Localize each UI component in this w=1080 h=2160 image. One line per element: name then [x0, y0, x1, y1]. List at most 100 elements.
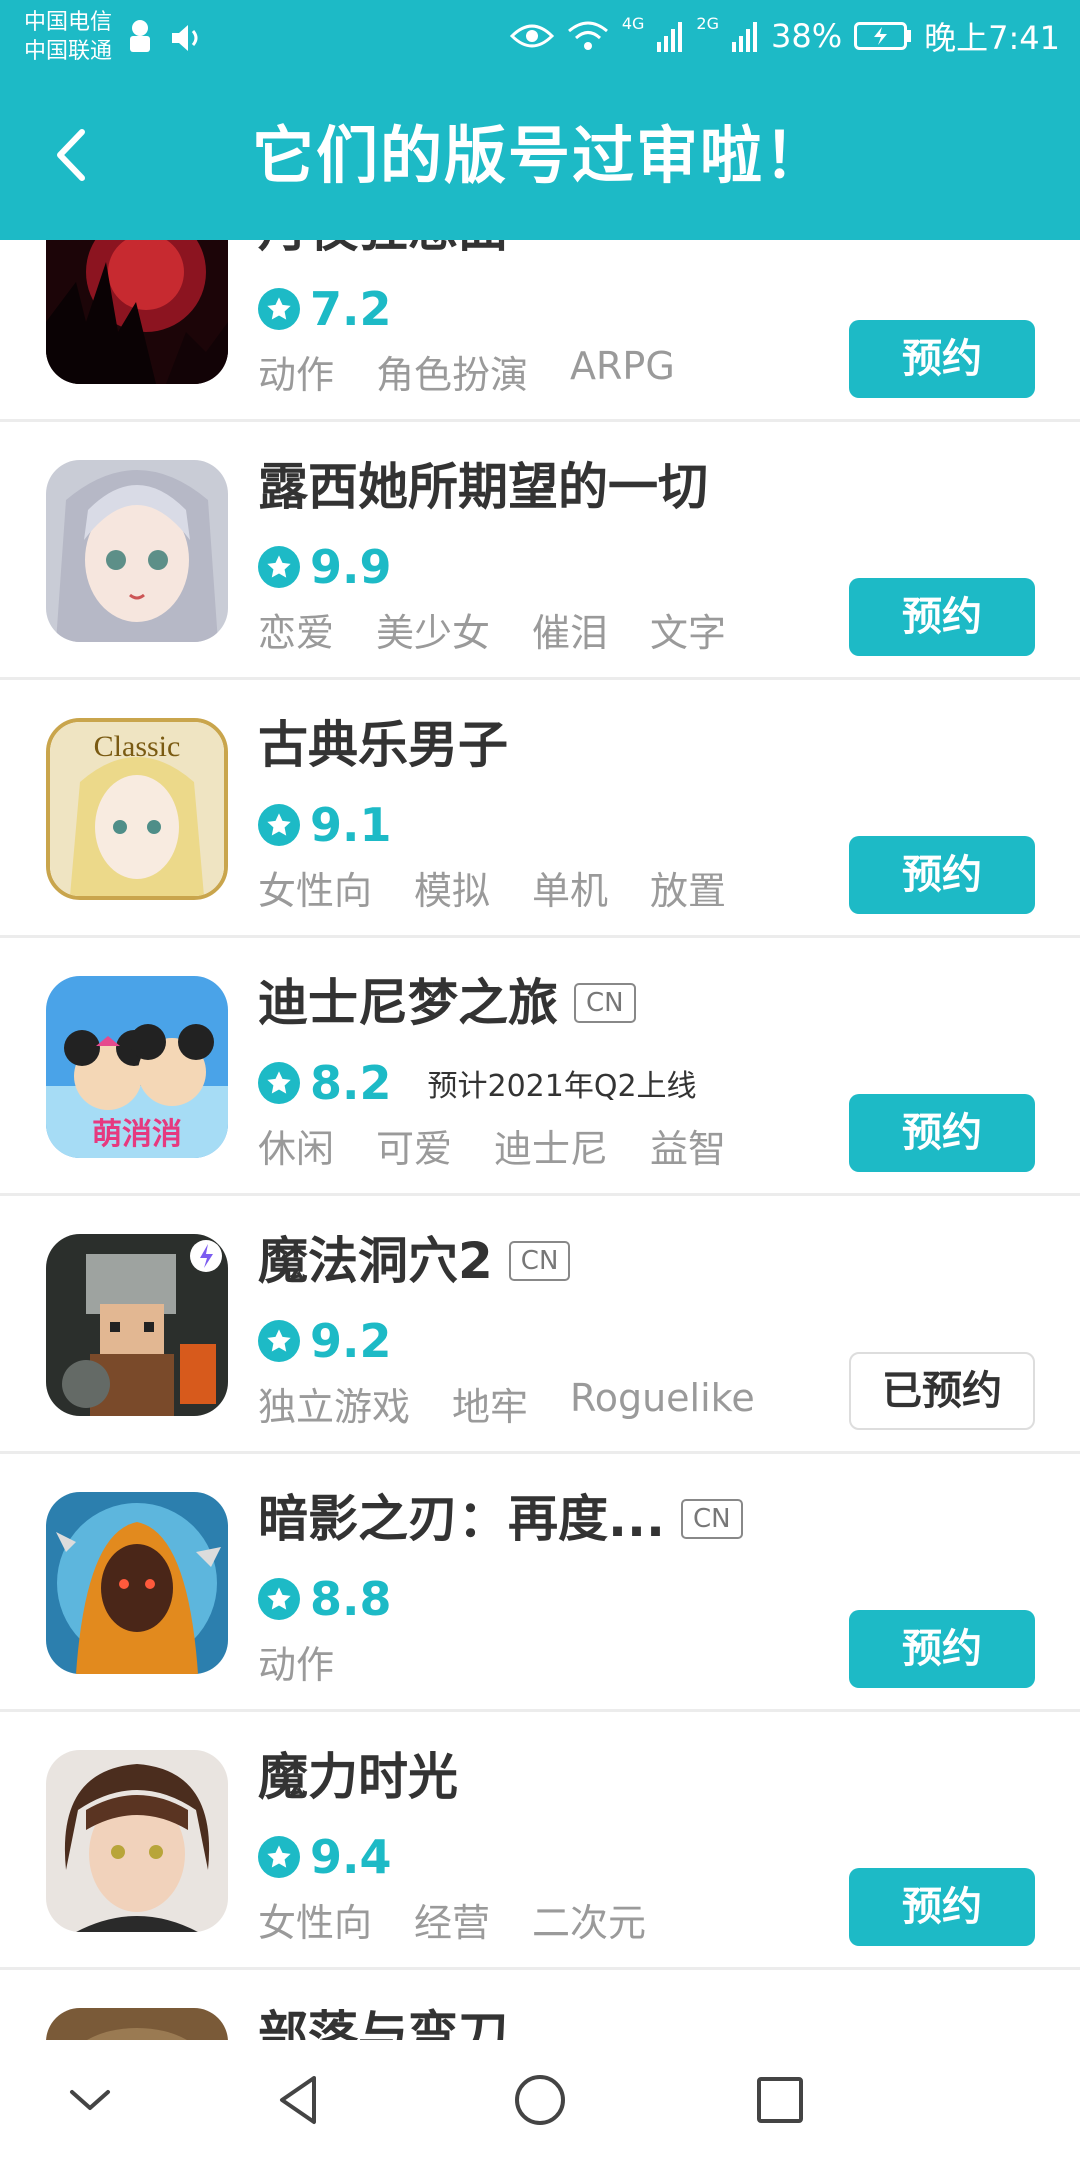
app-header: 中国电信 中国联通 4G 2G 38% 晚上7:41 它们的版号过审啦！	[0, 0, 1080, 240]
tag: 地牢	[452, 1385, 529, 1429]
tag: 女性向	[258, 1901, 373, 1945]
carrier-info: 中国电信 中国联通	[24, 8, 112, 66]
network-type-2: 2G	[696, 14, 719, 33]
tag: 动作	[258, 1643, 335, 1687]
cn-badge: CN	[508, 1241, 571, 1281]
tag-list: 恋爱 美少女 催泪 文字	[258, 602, 727, 655]
reserve-button[interactable]: 预约	[849, 320, 1035, 398]
game-row[interactable]: 魔力时光 9.4 女性向 经营 二次元 预约	[0, 1712, 1080, 1970]
game-row[interactable]: 月夜狂想曲 7.2 动作 角色扮演 ARPG 预约	[0, 240, 1080, 422]
reserve-button[interactable]: 预约	[849, 1610, 1035, 1688]
release-date: 预计2021年Q2上线	[427, 1069, 697, 1104]
signal-icon-1	[657, 22, 683, 52]
rating: 9.9	[258, 540, 392, 594]
page-title: 它们的版号过审啦！	[251, 119, 828, 192]
battery-icon	[854, 22, 912, 50]
tag: 可爱	[376, 1127, 453, 1171]
game-title[interactable]: 月夜狂想曲	[258, 240, 508, 264]
rating: 8.8	[258, 1572, 392, 1626]
game-icon[interactable]	[46, 460, 228, 642]
icon-classic-text: Classic	[94, 730, 181, 763]
game-row[interactable]: 魔法洞穴2 CN 9.2 独立游戏 地牢 Roguelike 已预约	[0, 1196, 1080, 1454]
tag: 模拟	[414, 869, 491, 913]
tag: 经营	[414, 1901, 491, 1945]
game-title[interactable]: 露西她所期望的一切	[258, 452, 708, 522]
icon-logo-text: 萌消消	[92, 1117, 182, 1152]
game-icon[interactable]	[46, 1234, 228, 1416]
tag: 二次元	[532, 1901, 647, 1945]
rating-score: 8.2	[310, 1056, 392, 1110]
game-title[interactable]: 迪士尼梦之旅 CN	[258, 968, 636, 1038]
game-icon[interactable]	[46, 1750, 228, 1932]
tag: 休闲	[258, 1127, 335, 1171]
signal-icon-2	[732, 22, 757, 52]
cn-badge: CN	[680, 1499, 743, 1539]
tag-list: 女性向 模拟 单机 放置	[258, 860, 727, 913]
tag: 美少女	[376, 611, 491, 655]
reserve-button[interactable]: 预约	[849, 578, 1035, 656]
tag: 迪士尼	[494, 1127, 609, 1171]
tag-list: 动作 角色扮演 ARPG	[258, 344, 675, 397]
game-title[interactable]: 部落与弯刀	[258, 2000, 508, 2040]
tag: 文字	[650, 611, 727, 655]
tag-list: 动作	[258, 1634, 335, 1687]
game-title[interactable]: 暗影之刃：再度... CN	[258, 1484, 743, 1554]
tag: 放置	[650, 869, 727, 913]
rating-score: 8.8	[310, 1572, 392, 1626]
tag: 动作	[258, 353, 335, 397]
tag: 益智	[650, 1127, 727, 1171]
recents-square-icon[interactable]	[750, 2070, 810, 2130]
game-row[interactable]: Classic 古典乐男子 9.1 女性向 模拟 单机 放置 预约	[0, 680, 1080, 938]
tag-list: 休闲 可爱 迪士尼 益智	[258, 1118, 727, 1171]
game-icon[interactable]	[46, 2008, 228, 2040]
tag: 催泪	[532, 611, 609, 655]
game-row[interactable]: 萌消消 迪士尼梦之旅 CN 8.2 预计2021年Q2上线 休闲 可爱 迪士尼 …	[0, 938, 1080, 1196]
status-bar: 中国电信 中国联通 4G 2G 38% 晚上7:41	[0, 0, 1080, 80]
home-circle-icon[interactable]	[510, 2070, 570, 2130]
system-nav-bar	[0, 2040, 1080, 2160]
eye-icon	[509, 24, 554, 48]
star-icon	[258, 804, 300, 846]
speaker-icon	[172, 25, 198, 51]
star-icon	[258, 546, 300, 588]
game-icon[interactable]: Classic	[46, 718, 228, 900]
status-right: 4G 2G 38% 晚上7:41	[509, 14, 1060, 58]
game-row[interactable]: 暗影之刃：再度... CN 8.8 动作 预约	[0, 1454, 1080, 1712]
star-icon	[258, 288, 300, 330]
rating-score: 9.9	[310, 540, 392, 594]
tag: ARPG	[570, 344, 675, 388]
reserve-button[interactable]: 预约	[849, 836, 1035, 914]
game-icon[interactable]	[46, 240, 228, 384]
cn-badge: CN	[574, 983, 636, 1023]
rating-score: 9.4	[310, 1830, 392, 1884]
game-row[interactable]: 部落与弯刀	[0, 1970, 1080, 2040]
reserved-button[interactable]: 已预约	[849, 1352, 1035, 1430]
rating-score: 9.1	[310, 798, 392, 852]
game-icon[interactable]	[46, 1492, 228, 1674]
rating-score: 7.2	[310, 282, 392, 336]
star-icon	[258, 1062, 300, 1104]
game-title[interactable]: 魔法洞穴2 CN	[258, 1226, 571, 1296]
reserve-button[interactable]: 预约	[849, 1868, 1035, 1946]
back-triangle-icon[interactable]	[270, 2070, 330, 2130]
usb-icon	[130, 20, 150, 52]
clock: 晚上7:41	[924, 19, 1060, 57]
carrier-2: 中国联通	[24, 39, 113, 64]
game-row[interactable]: 露西她所期望的一切 9.9 恋爱 美少女 催泪 文字 预约	[0, 422, 1080, 680]
rating: 9.4	[258, 1830, 392, 1884]
rating-score: 9.2	[310, 1314, 392, 1368]
game-title[interactable]: 魔力时光	[258, 1742, 458, 1812]
tag: 角色扮演	[376, 353, 529, 397]
tag: 恋爱	[258, 611, 335, 655]
game-icon[interactable]: 萌消消	[46, 976, 228, 1158]
rating: 8.2 预计2021年Q2上线	[258, 1056, 697, 1110]
chevron-down-icon[interactable]	[60, 2070, 120, 2130]
game-list: 月夜狂想曲 7.2 动作 角色扮演 ARPG 预约 露西她所期望的一切	[0, 240, 1080, 2040]
rating: 7.2	[258, 282, 392, 336]
reserve-button[interactable]: 预约	[849, 1094, 1035, 1172]
tag: 独立游戏	[258, 1385, 411, 1429]
tag: 女性向	[258, 869, 373, 913]
star-icon	[258, 1578, 300, 1620]
game-title[interactable]: 古典乐男子	[258, 710, 508, 780]
network-type-1: 4G	[621, 14, 645, 33]
